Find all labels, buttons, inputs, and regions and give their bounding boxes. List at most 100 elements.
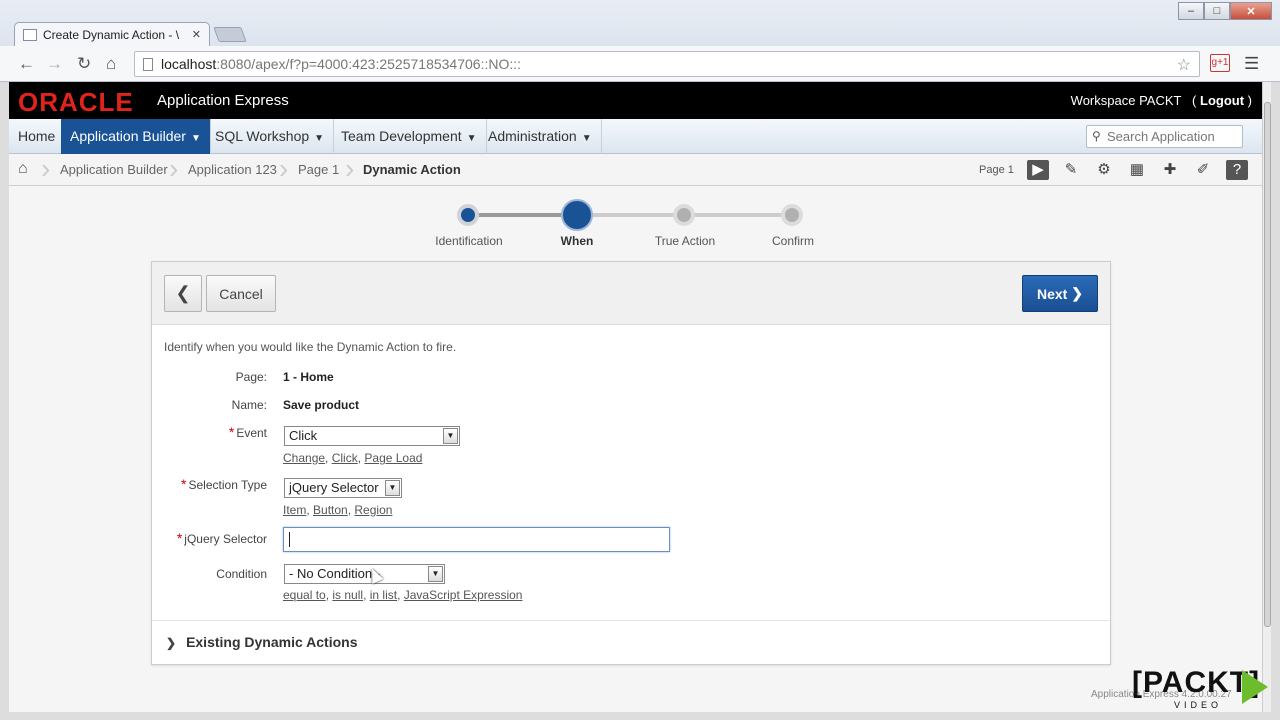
google-plus-icon[interactable]: g+1 bbox=[1210, 54, 1230, 72]
forward-arrow-icon[interactable]: → bbox=[46, 54, 63, 74]
main-menu: Home Application Builder ▼ SQL Workshop ▼ … bbox=[9, 119, 1262, 154]
bookmark-star-icon[interactable]: ☆ bbox=[1177, 55, 1191, 75]
selection-link-button[interactable]: Button bbox=[313, 503, 348, 517]
new-tab-button[interactable] bbox=[213, 27, 247, 42]
gear-icon[interactable]: ⚙ bbox=[1093, 160, 1115, 180]
condition-link-in-list[interactable]: in list bbox=[370, 588, 397, 602]
packt-video-label: VIDEO bbox=[1174, 700, 1223, 710]
chevron-right-icon: ❯ bbox=[166, 636, 177, 650]
next-button[interactable]: Next ❯ bbox=[1022, 275, 1098, 312]
condition-link-is-null[interactable]: is null bbox=[332, 588, 363, 602]
wrench-icon[interactable]: ✐ bbox=[1192, 160, 1214, 180]
menu-sql-workshop[interactable]: SQL Workshop ▼ bbox=[206, 119, 335, 154]
jquery-selector-input[interactable] bbox=[283, 527, 670, 552]
condition-link-equal-to[interactable]: equal to bbox=[283, 588, 326, 602]
condition-select[interactable]: - No Condition - ▼ bbox=[284, 564, 445, 584]
step-true-action-dot bbox=[673, 204, 695, 226]
chevron-down-icon: ▼ bbox=[190, 133, 201, 144]
page-value: 1 - Home bbox=[283, 370, 334, 384]
condition-quick-picks: equal to, is null, in list, JavaScript E… bbox=[283, 588, 523, 602]
tab-close-icon[interactable]: ✕ bbox=[192, 28, 201, 41]
event-link-click[interactable]: Click bbox=[332, 451, 358, 465]
page-label: Page: bbox=[235, 370, 267, 384]
selection-link-region[interactable]: Region bbox=[354, 503, 392, 517]
back-arrow-icon[interactable]: ← bbox=[18, 54, 35, 74]
menu-administration-label: Administration bbox=[488, 128, 577, 144]
page-indicator: Page 1 bbox=[979, 164, 1014, 176]
minimize-button[interactable]: – bbox=[1178, 2, 1204, 20]
vertical-scrollbar[interactable] bbox=[1262, 82, 1271, 712]
product-title: Application Express bbox=[157, 92, 289, 109]
condition-link-javascript-expression[interactable]: JavaScript Expression bbox=[404, 588, 523, 602]
step-identification-label: Identification bbox=[435, 234, 503, 248]
step-confirm-dot bbox=[781, 204, 803, 226]
home-icon[interactable]: ⌂ bbox=[106, 54, 116, 74]
search-placeholder: Search Application bbox=[1107, 129, 1215, 144]
browser-tab[interactable]: Create Dynamic Action - \ ✕ bbox=[14, 22, 210, 46]
comment-add-icon[interactable]: ✚ bbox=[1159, 160, 1181, 180]
menu-team-development[interactable]: Team Development ▼ bbox=[332, 119, 487, 154]
run-page-icon[interactable]: ▶ bbox=[1027, 160, 1049, 180]
maximize-button[interactable]: □ bbox=[1204, 2, 1230, 20]
chevron-down-icon: ▼ bbox=[581, 133, 592, 144]
event-select[interactable]: Click ▼ bbox=[284, 426, 460, 446]
cancel-button[interactable]: Cancel bbox=[206, 275, 276, 312]
breadcrumb-page[interactable]: Page 1 bbox=[298, 154, 339, 186]
scrollbar-thumb[interactable] bbox=[1264, 102, 1271, 627]
address-bar[interactable]: localhost:8080/apex/f?p=4000:423:2525718… bbox=[134, 51, 1200, 77]
oracle-header: ORACLE Application Express Workspace PAC… bbox=[9, 82, 1262, 119]
name-value: Save product bbox=[283, 398, 360, 412]
page-icon bbox=[143, 57, 153, 71]
event-link-page-load[interactable]: Page Load bbox=[364, 451, 422, 465]
breadcrumb-separator: › bbox=[279, 153, 289, 184]
event-link-change[interactable]: Change bbox=[283, 451, 325, 465]
event-label-text: Event bbox=[236, 426, 267, 440]
breadcrumb-application-builder[interactable]: Application Builder bbox=[60, 154, 168, 186]
tab-title: Create Dynamic Action - \ bbox=[43, 27, 180, 42]
back-button[interactable]: ❮ bbox=[164, 275, 202, 312]
home-icon[interactable]: ⌂ bbox=[18, 161, 34, 177]
help-icon[interactable]: ? bbox=[1226, 160, 1248, 180]
close-window-button[interactable]: ✕ bbox=[1230, 2, 1272, 20]
breadcrumb-separator: › bbox=[345, 153, 355, 184]
grid-icon[interactable]: ▦ bbox=[1126, 160, 1148, 180]
menu-home[interactable]: Home bbox=[9, 119, 66, 154]
condition-value: - No Condition - bbox=[289, 566, 381, 581]
jquery-selector-label: * jQuery Selector bbox=[152, 530, 267, 546]
selection-type-select[interactable]: jQuery Selector ▼ bbox=[284, 478, 402, 498]
page-viewport: ORACLE Application Express Workspace PAC… bbox=[9, 82, 1271, 712]
event-select-value: Click bbox=[289, 428, 318, 443]
breadcrumb-current: Dynamic Action bbox=[363, 162, 461, 177]
menu-application-builder[interactable]: Application Builder ▼ bbox=[61, 119, 211, 154]
existing-dynamic-actions-label: Existing Dynamic Actions bbox=[186, 634, 358, 650]
selection-type-value: jQuery Selector bbox=[289, 480, 379, 495]
search-application-input[interactable]: ⚲ Search Application bbox=[1086, 125, 1243, 148]
breadcrumb: ⌂ › Application Builder › Application 12… bbox=[9, 154, 1262, 186]
condition-label: Condition bbox=[216, 567, 267, 581]
existing-dynamic-actions-toggle[interactable]: ❯ Existing Dynamic Actions bbox=[166, 634, 357, 650]
step-confirm-label: Confirm bbox=[771, 234, 814, 248]
browser-menu-icon[interactable]: ☰ bbox=[1244, 54, 1259, 74]
workspace-name: Workspace PACKT bbox=[1070, 93, 1182, 108]
step-identification-dot bbox=[457, 204, 479, 226]
menu-administration[interactable]: Administration ▼ bbox=[479, 119, 602, 154]
edit-page-icon[interactable]: ✎ bbox=[1060, 160, 1082, 180]
selection-type-label: * Selection Type bbox=[152, 476, 267, 492]
dropdown-arrow-icon: ▼ bbox=[428, 566, 443, 582]
reload-icon[interactable]: ↻ bbox=[77, 54, 91, 74]
chevron-down-icon: ▼ bbox=[314, 133, 325, 144]
breadcrumb-separator: › bbox=[41, 153, 51, 184]
dropdown-arrow-icon: ▼ bbox=[385, 480, 400, 496]
play-triangle-icon bbox=[1242, 670, 1268, 704]
browser-toolbar: ← → ↻ ⌂ localhost:8080/apex/f?p=4000:423… bbox=[0, 46, 1280, 82]
selection-link-item[interactable]: Item bbox=[283, 503, 306, 517]
selection-type-label-text: Selection Type bbox=[188, 478, 268, 492]
oracle-logo[interactable]: ORACLE bbox=[18, 87, 134, 118]
menu-team-development-label: Team Development bbox=[341, 128, 462, 144]
menu-sql-workshop-label: SQL Workshop bbox=[215, 128, 310, 144]
breadcrumb-application[interactable]: Application 123 bbox=[188, 154, 277, 186]
menu-application-builder-label: Application Builder bbox=[70, 128, 186, 144]
dialog-header: ❮ Cancel Next ❯ bbox=[152, 262, 1110, 325]
breadcrumb-separator: › bbox=[169, 153, 179, 184]
logout-link[interactable]: Logout bbox=[1200, 93, 1244, 108]
